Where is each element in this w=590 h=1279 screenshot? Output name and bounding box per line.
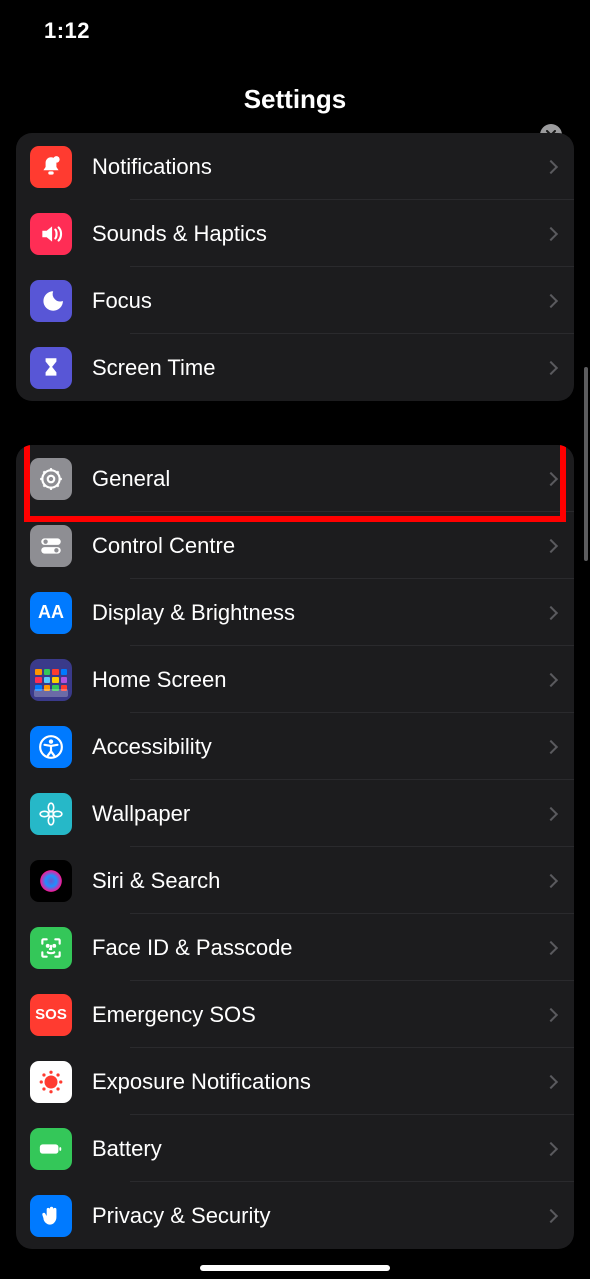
chevron-right-icon (544, 1007, 558, 1021)
row-label: Notifications (92, 154, 546, 180)
settings-group: General Control Centre AA Display & Brig… (16, 445, 574, 1249)
row-display[interactable]: AA Display & Brightness (16, 579, 574, 646)
scroll-indicator[interactable] (584, 367, 588, 561)
chevron-right-icon (544, 1208, 558, 1222)
row-privacy[interactable]: Privacy & Security (16, 1182, 574, 1249)
row-label: Focus (92, 288, 546, 314)
row-label: General (92, 466, 546, 492)
exposure-icon (30, 1061, 72, 1103)
chevron-right-icon (544, 739, 558, 753)
chevron-right-icon (544, 226, 558, 240)
chevron-right-icon (544, 1141, 558, 1155)
toggles-icon (30, 525, 72, 567)
hourglass-icon (30, 347, 72, 389)
chevron-right-icon (544, 940, 558, 954)
row-label: Home Screen (92, 667, 546, 693)
row-label: Exposure Notifications (92, 1069, 546, 1095)
speaker-icon (30, 213, 72, 255)
row-label: Face ID & Passcode (92, 935, 546, 961)
home-indicator[interactable] (200, 1265, 390, 1271)
row-wallpaper[interactable]: Wallpaper (16, 780, 574, 847)
chevron-right-icon (544, 806, 558, 820)
row-label: Privacy & Security (92, 1203, 546, 1229)
siri-icon (30, 860, 72, 902)
moon-icon (30, 280, 72, 322)
chevron-right-icon (544, 538, 558, 552)
row-homescreen[interactable]: Home Screen (16, 646, 574, 713)
row-battery[interactable]: Battery (16, 1115, 574, 1182)
chevron-right-icon (544, 605, 558, 619)
row-faceid[interactable]: Face ID & Passcode (16, 914, 574, 981)
row-general[interactable]: General (16, 445, 574, 512)
status-time: 1:12 (44, 18, 90, 44)
row-label: Emergency SOS (92, 1002, 546, 1028)
row-label: Control Centre (92, 533, 546, 559)
row-label: Display & Brightness (92, 600, 546, 626)
chevron-right-icon (544, 873, 558, 887)
row-accessibility[interactable]: Accessibility (16, 713, 574, 780)
row-exposure[interactable]: Exposure Notifications (16, 1048, 574, 1115)
row-focus[interactable]: Focus (16, 267, 574, 334)
row-label: Siri & Search (92, 868, 546, 894)
chevron-right-icon (544, 1074, 558, 1088)
bell-icon (30, 146, 72, 188)
person-circle-icon (30, 726, 72, 768)
chevron-right-icon (544, 293, 558, 307)
row-sounds[interactable]: Sounds & Haptics (16, 200, 574, 267)
row-screentime[interactable]: Screen Time (16, 334, 574, 401)
grid-icon (30, 659, 72, 701)
battery-fill-icon (30, 1128, 72, 1170)
row-label: Sounds & Haptics (92, 221, 546, 247)
chevron-right-icon (544, 159, 558, 173)
faceid-icon (30, 927, 72, 969)
flower-icon (30, 793, 72, 835)
row-sos[interactable]: SOS Emergency SOS (16, 981, 574, 1048)
status-indicators (550, 22, 562, 40)
aa-icon: AA (30, 592, 72, 634)
chevron-right-icon (544, 471, 558, 485)
status-bar: 1:12 (0, 0, 590, 54)
row-label: Screen Time (92, 355, 546, 381)
gear-icon (30, 458, 72, 500)
settings-group: Notifications Sounds & Haptics Focus Scr… (16, 133, 574, 401)
settings-list: Notifications Sounds & Haptics Focus Scr… (0, 133, 590, 1279)
page-title: Settings (0, 84, 590, 115)
row-siri[interactable]: Siri & Search (16, 847, 574, 914)
row-notifications[interactable]: Notifications (16, 133, 574, 200)
sos-icon: SOS (30, 994, 72, 1036)
row-label: Wallpaper (92, 801, 546, 827)
page-header: Settings (0, 54, 590, 133)
chevron-right-icon (544, 672, 558, 686)
row-label: Accessibility (92, 734, 546, 760)
row-controlcentre[interactable]: Control Centre (16, 512, 574, 579)
hand-icon (30, 1195, 72, 1237)
chevron-right-icon (544, 360, 558, 374)
row-label: Battery (92, 1136, 546, 1162)
